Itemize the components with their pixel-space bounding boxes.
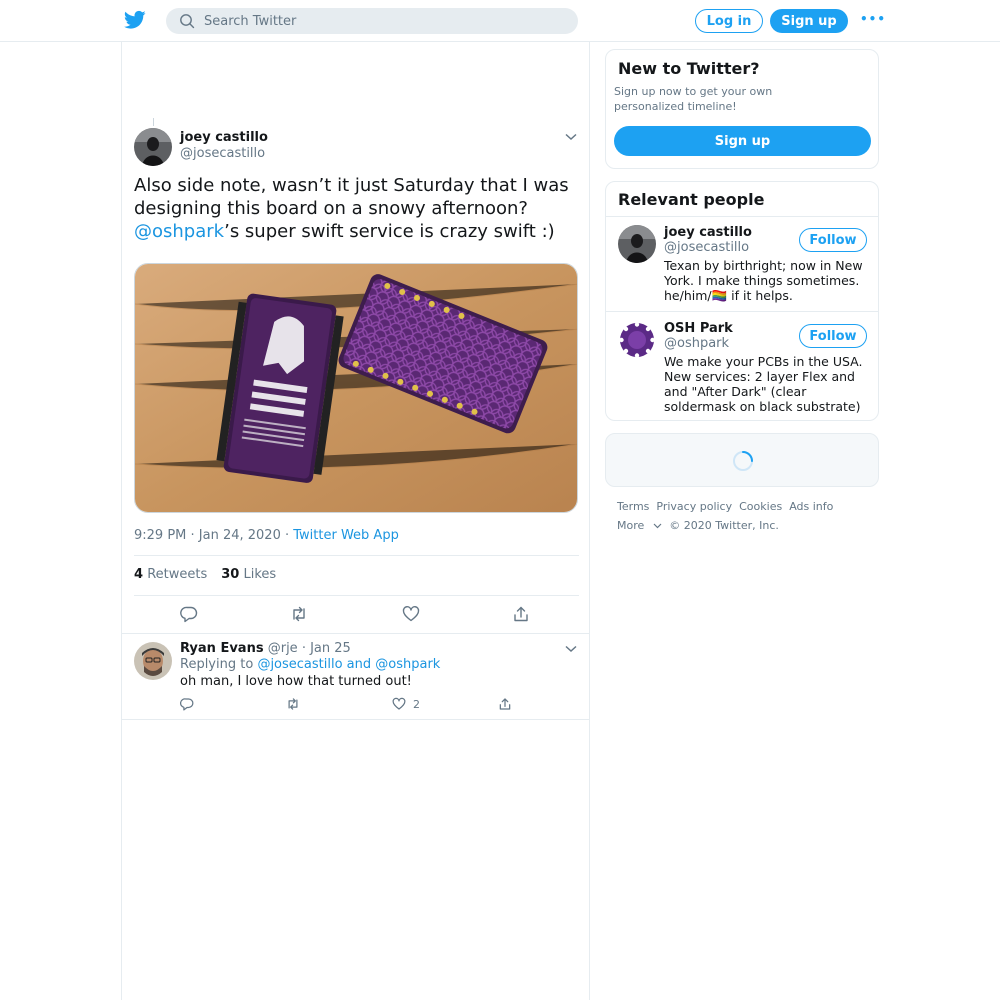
reply-author-name[interactable]: Ryan Evans: [180, 641, 264, 656]
more-dots-icon[interactable]: •••: [860, 12, 885, 28]
retweets-label: Retweets: [147, 567, 208, 582]
retweets-stat[interactable]: 4 Retweets: [134, 567, 207, 582]
chevron-down-icon[interactable]: [565, 645, 577, 653]
likes-stat[interactable]: 30 Likes: [221, 567, 276, 582]
divider: [134, 555, 579, 556]
share-icon[interactable]: [498, 697, 512, 711]
retweet-icon[interactable]: [286, 697, 300, 711]
follow-button[interactable]: Follow: [799, 228, 867, 252]
main-column: joey castillo @josecastillo Also side no…: [121, 42, 590, 1000]
footer-links: Terms Privacy policy Cookies Ads info: [617, 500, 877, 513]
top-bar: Log in Sign up •••: [0, 0, 1000, 42]
chevron-down-icon: [653, 523, 662, 529]
tweet-text: Also side note, wasn’t it just Saturday …: [134, 174, 584, 243]
signup-button[interactable]: Sign up: [614, 126, 871, 156]
reply-author-handle[interactable]: @rje: [268, 641, 298, 656]
tweet-stats: 4 Retweets 30 Likes: [134, 567, 276, 582]
login-button[interactable]: Log in: [695, 9, 763, 33]
relevant-people-card: Relevant people joey castillo @josecasti…: [605, 181, 879, 421]
footer-more-label: More: [617, 519, 645, 532]
retweet-icon[interactable]: [290, 605, 308, 623]
like-icon[interactable]: [402, 605, 420, 623]
reply-text: oh man, I love how that turned out!: [180, 674, 412, 689]
share-icon[interactable]: [512, 605, 530, 623]
mention-link[interactable]: @oshpark: [134, 221, 224, 242]
loading-card: [605, 433, 879, 487]
search-box[interactable]: [166, 8, 578, 34]
avatar[interactable]: [618, 225, 656, 263]
reply-like-count: 2: [413, 698, 420, 711]
person-handle[interactable]: @josecastillo: [664, 240, 749, 255]
person-bio: Texan by birthright; now in New York. I …: [664, 258, 863, 303]
search-icon: [180, 14, 195, 29]
copyright: © 2020 Twitter, Inc.: [669, 519, 779, 532]
person-item[interactable]: joey castillo @josecastillo Follow Texan…: [606, 217, 878, 312]
follow-button[interactable]: Follow: [799, 324, 867, 348]
tweet-text-end: ’s super swift service is crazy swift :): [224, 221, 555, 242]
replying-prefix: Replying to: [180, 657, 258, 672]
tweet-time[interactable]: 9:29 PM · Jan 24, 2020 ·: [134, 528, 293, 543]
footer-row: More © 2020 Twitter, Inc.: [617, 519, 877, 532]
card-title: New to Twitter?: [618, 59, 760, 78]
avatar[interactable]: [618, 321, 656, 359]
tweet-timestamp: 9:29 PM · Jan 24, 2020 · Twitter Web App: [134, 528, 399, 543]
likes-label: Likes: [243, 567, 277, 582]
new-to-twitter-card: New to Twitter? Sign up now to get your …: [605, 49, 879, 169]
footer-link-cookies[interactable]: Cookies: [739, 500, 782, 513]
card-title: Relevant people: [618, 190, 765, 209]
footer-link-ads-info[interactable]: Ads info: [789, 500, 833, 513]
twitter-logo-icon[interactable]: [124, 10, 146, 30]
person-item[interactable]: OSH Park @oshpark Follow We make your PC…: [606, 313, 878, 420]
replying-to: Replying to @josecastillo and @oshpark: [180, 657, 440, 672]
replying-user-link[interactable]: @oshpark: [375, 657, 440, 672]
reply-date[interactable]: · Jan 25: [298, 641, 351, 656]
tweet-actions: [122, 605, 590, 625]
tweet-photo[interactable]: [134, 263, 578, 513]
footer: Terms Privacy policy Cookies Ads info More ©…: [617, 500, 877, 532]
person-bio: We make your PCBs in the USA. New servic…: [664, 354, 863, 414]
person-name[interactable]: OSH Park: [664, 321, 733, 336]
author-handle[interactable]: @josecastillo: [180, 146, 265, 161]
person-handle[interactable]: @oshpark: [664, 336, 729, 351]
chevron-down-icon[interactable]: [565, 133, 577, 141]
footer-more-link[interactable]: More: [617, 519, 662, 532]
reply-header: Ryan Evans @rje · Jan 25: [180, 641, 351, 656]
retweets-count: 4: [134, 567, 144, 582]
card-description: Sign up now to get your own personalized…: [614, 85, 773, 113]
replying-user-link[interactable]: @josecastillo: [257, 657, 342, 672]
footer-link-privacy[interactable]: Privacy policy: [656, 500, 732, 513]
tweet-text-start: Also side note, wasn’t it just Saturday …: [134, 175, 569, 219]
reply-icon[interactable]: [180, 605, 198, 623]
tweet-source-link[interactable]: Twitter Web App: [293, 528, 399, 543]
avatar[interactable]: [134, 642, 172, 680]
person-name[interactable]: joey castillo: [664, 225, 752, 240]
divider: [134, 595, 579, 596]
author-name[interactable]: joey castillo: [180, 130, 268, 145]
footer-link-terms[interactable]: Terms: [617, 500, 649, 513]
likes-count: 30: [221, 567, 240, 582]
thread-line: [153, 118, 154, 126]
like-icon[interactable]: [392, 697, 406, 711]
reply-icon[interactable]: [180, 697, 194, 711]
signup-button[interactable]: Sign up: [770, 9, 848, 33]
replying-and: and: [342, 657, 376, 672]
avatar[interactable]: [134, 128, 172, 166]
reply-tweet[interactable]: Ryan Evans @rje · Jan 25 Replying to @jo…: [122, 633, 590, 720]
search-input[interactable]: [204, 8, 564, 34]
loading-spinner-icon: [733, 451, 753, 471]
